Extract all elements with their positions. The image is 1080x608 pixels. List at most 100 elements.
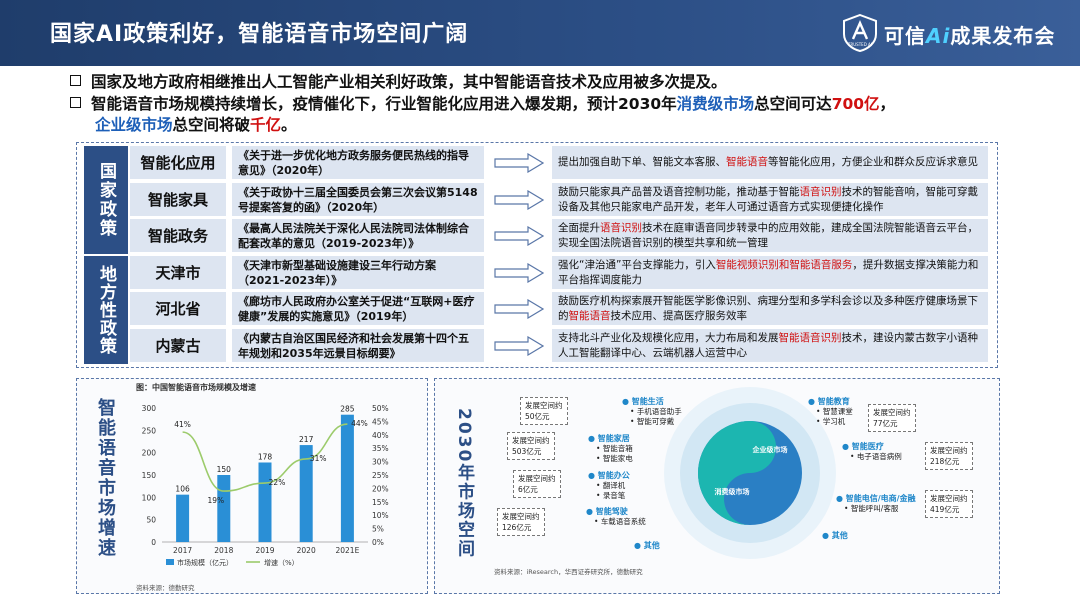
amount-box-a6: 发展空间约 419亿元 (925, 490, 973, 518)
bullet-2-text-a: 智能语音市场规模持续增长，疫情催化下，行业智能化应用进入爆发期，预计2030年 (91, 95, 677, 113)
bullet-2-enterprise: 企业级市场 (95, 116, 173, 134)
bar-label-2020: 217 (299, 435, 314, 444)
y-right-tick: 5% (372, 525, 384, 534)
bullet-square-icon (70, 75, 81, 86)
amount-box-a4: 发展空间约 218亿元 (925, 442, 973, 470)
policy-doc-text-3: 《天津市新型基础设施建设三年行动方案（2021-2023年）》 (238, 258, 436, 287)
amount-box-a7: 发展空间约 126亿元 (497, 508, 545, 536)
right-arrow-icon (494, 336, 544, 356)
market-space-label: 2030年市场空间 (454, 408, 474, 559)
consumer-label: 消费级市场 (715, 487, 750, 496)
category-item: • 智能呼叫/客服 (844, 504, 899, 513)
policy-desc-5: 支持北斗产业化及规模化应用，大力布局和发展智能语音识别技术，建设内蒙古数字小语种… (552, 329, 988, 362)
amount-value: 419亿元 (930, 505, 960, 514)
y-left-tick: 0 (151, 538, 156, 547)
policy-desc-highlight-1: 语音识别 (799, 185, 842, 198)
category-item: • 智能家电 (596, 454, 633, 463)
local-policy-label: 地方性政策 (84, 256, 128, 364)
policy-desc-3: 强化“津治通”平台支撑能力，引入智能视频识别和智能语音服务，提升数据支撑决策能力… (552, 256, 988, 289)
bullet-2-text-g: 总空间将破 (172, 116, 251, 134)
category-title-office: 智能办公 (597, 471, 630, 480)
policy-desc-4: 鼓励医疗机构探索展开智能医学影像识别、病理分型和多学科会诊以及多种医疗健康场景下… (552, 292, 988, 325)
bar-2018 (217, 475, 231, 542)
policy-doc-text-5: 《内蒙古自治区国民经济和社会发展第十四个五年规划和2035年远景目标纲要》 (238, 331, 469, 360)
policy-doc-text-1: 《关于政协十三届全国委员会第三次会议第5148号提案答复的函》（2020年） (238, 185, 478, 214)
category-item: • 智能可穿戴 (630, 417, 675, 426)
trusted-ai-shield-logo: TRUSTED AI (843, 14, 877, 52)
category-telecom: ● 智能电信/电商/金融 (836, 493, 916, 504)
policy-doc-3: 《天津市新型基础设施建设三年行动方案（2021-2023年）》 (232, 256, 484, 289)
amount-box-a2: 发展空间约 77亿元 (868, 404, 916, 432)
category-title-life: 智能生活 (631, 397, 664, 406)
amount-label: 发展空间约 (873, 408, 911, 417)
y-right-tick: 35% (372, 444, 389, 453)
category-item-text: 手机语音助手 (636, 407, 682, 416)
bullet-2-text-i: 。 (281, 116, 297, 134)
policy-doc-text-0: 《关于进一步优化地方政务服务便民热线的指导意见》（2020年） (238, 148, 469, 177)
policy-doc-text-4: 《廊坊市人民政府办公室关于促进“互联网+医疗健康”发展的实施意见》（2019年） (238, 294, 475, 323)
policy-desc-1: 鼓励只能家具产品普及语音控制功能，推动基于智能语音识别技术的智能音响，智能可穿戴… (552, 183, 988, 216)
policy-desc-highlight-4: 智能语音 (568, 309, 611, 322)
category-medical: ● 智能医疗 (842, 441, 884, 452)
bullet-1-text: 国家及地方政府相继推出人工智能产业相关利好政策，其中智能语音技术及应用被多次提及… (91, 73, 727, 91)
right-arrow-icon (494, 153, 544, 173)
category-dot-icon: ● (836, 494, 846, 503)
amount-label: 发展空间约 (525, 401, 563, 410)
category-title-drive: 智能驾驶 (595, 507, 628, 516)
y-left-tick: 300 (142, 404, 157, 413)
amount-label: 发展空间约 (512, 436, 550, 445)
rate-label-2017: 41% (174, 420, 191, 429)
y-left-tick: 100 (142, 493, 157, 502)
bar-label-2018: 150 (217, 465, 232, 474)
rate-label-2020: 31% (310, 454, 327, 463)
category-title-other2: 其他 (831, 531, 848, 540)
amount-label: 发展空间约 (930, 446, 968, 455)
policy-desc-a-2: 全面提升 (558, 221, 600, 234)
category-dot-icon: ● (842, 442, 852, 451)
amount-value: 126亿元 (502, 523, 532, 532)
bullet-1: 国家及地方政府相继推出人工智能产业相关利好政策，其中智能语音技术及应用被多次提及… (70, 72, 727, 93)
category-dot-icon: ● (588, 434, 598, 443)
bullet-2-text-e: ， (879, 95, 896, 113)
bar-label-2019: 178 (258, 452, 273, 461)
policy-doc-4: 《廊坊市人民政府办公室关于促进“互联网+医疗健康”发展的实施意见》（2019年） (232, 292, 484, 325)
policy-doc-text-2: 《最高人民法院关于深化人民法院司法体制综合配套改革的意见（2019-2023年）… (238, 221, 469, 250)
right-arrow-icon (494, 263, 544, 283)
policy-desc-highlight-0: 智能语音 (726, 156, 768, 168)
slide: 国家AI政策利好，智能语音市场空间广阔 TRUSTED AI 可信Ai成果发布会… (0, 0, 1080, 608)
category-title-other1: 其他 (643, 541, 660, 550)
y-right-tick: 10% (372, 511, 389, 520)
amount-value: 6亿元 (518, 485, 538, 494)
x-tick-2020: 2020 (297, 546, 316, 555)
policy-doc-2: 《最高人民法院关于深化人民法院司法体制综合配套改革的意见（2019-2023年）… (232, 219, 484, 252)
y-right-tick: 50% (372, 404, 389, 413)
national-policy-text: 国家政策 (96, 162, 116, 238)
category-title-medical: 智能医疗 (851, 442, 884, 451)
category-item-text: 智能可穿戴 (636, 417, 675, 426)
y-right-tick: 0% (372, 538, 384, 547)
category-item-text: 智能呼叫/客服 (850, 504, 899, 513)
category-dot-icon: ● (586, 507, 596, 516)
policy-desc-a-3: 强化“津治通”平台支撑能力，引入 (558, 258, 716, 271)
policy-name-5: 内蒙古 (130, 329, 226, 362)
bar-2021E (340, 414, 354, 542)
category-dot-icon: ● (634, 541, 644, 550)
right-arrow-icon (494, 190, 544, 210)
y-right-tick: 15% (372, 498, 389, 507)
bullet-2-consumer: 消费级市场 (676, 95, 755, 113)
amount-label: 发展空间约 (518, 474, 556, 483)
category-item-text: 电子语音病例 (856, 452, 902, 461)
x-tick-2017: 2017 (173, 546, 192, 555)
header-bar: 国家AI政策利好，智能语音市场空间广阔 TRUSTED AI 可信Ai成果发布会 (0, 0, 1080, 66)
brand-title: 可信Ai成果发布会 (884, 20, 1055, 49)
category-item: • 翻译机 (596, 481, 626, 490)
category-life: ● 智能生活 (622, 396, 664, 407)
logo-text: TRUSTED AI (847, 42, 872, 47)
brand-pre: 可信 (884, 24, 926, 48)
chart-source: 资料来源：德勤研究 (136, 584, 195, 592)
y-right-tick: 30% (372, 458, 389, 467)
rate-label-2018: 19% (207, 496, 224, 505)
policy-name-0: 智能化应用 (130, 146, 226, 179)
map-source: 资料来源：iResearch，华西证券研究所，德勤研究 (494, 568, 643, 576)
amount-value: 50亿元 (525, 412, 550, 421)
